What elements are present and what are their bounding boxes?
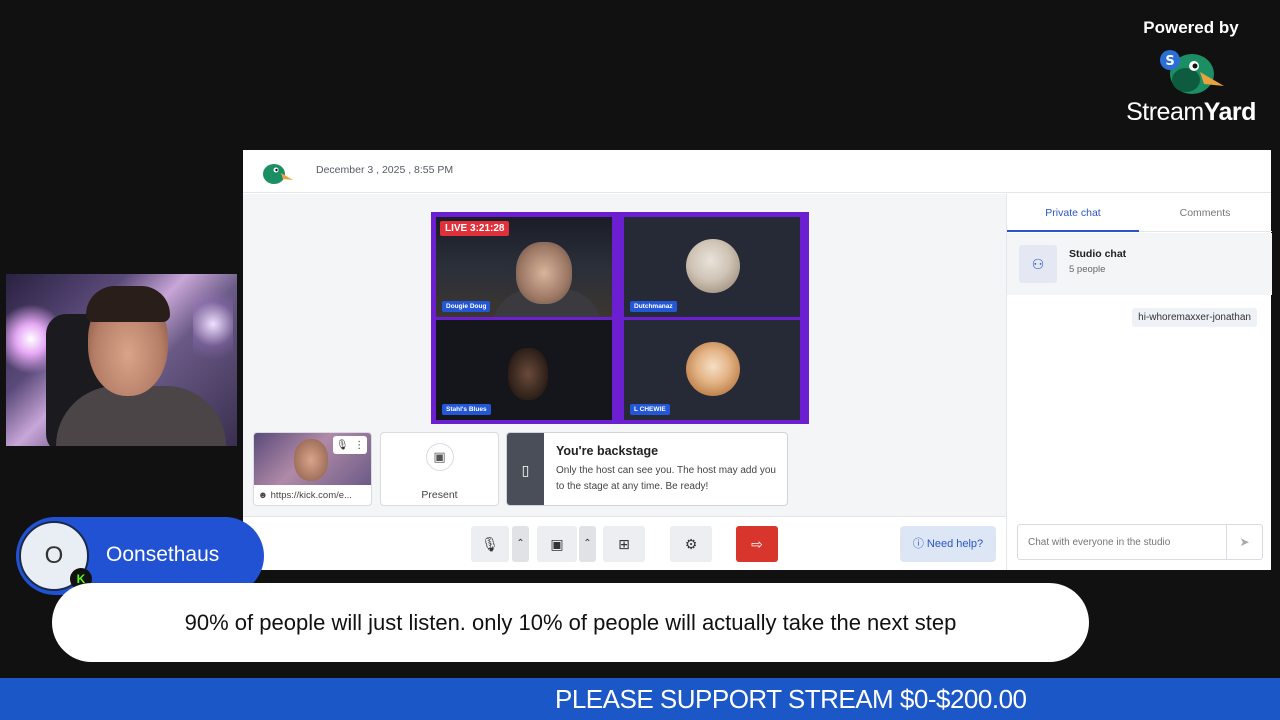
- tile-name-label: Dutchmanaz: [630, 301, 677, 312]
- tile-name-label: Dougie Doug: [442, 301, 491, 312]
- microphone-button[interactable]: 🎙: [471, 526, 509, 562]
- chat-input-box: ➤: [1017, 524, 1263, 560]
- present-label: Present: [421, 489, 458, 501]
- group-icon: ⚇: [1019, 245, 1057, 283]
- ticker-text: PLEASE SUPPORT STREAM $0-$200.00: [555, 684, 1027, 714]
- tile-name-label: L CHEWIE: [630, 404, 670, 415]
- backstage-description: Only the host can see you. The host may …: [556, 465, 776, 492]
- chat-panel: Private chat Comments ⚇ Studio chat 5 pe…: [1006, 194, 1272, 570]
- studio-chat-header: ⚇ Studio chat 5 people: [1007, 233, 1272, 295]
- settings-button[interactable]: ⚙: [670, 526, 712, 562]
- present-button[interactable]: ▣ Present: [380, 432, 499, 506]
- user-name: Oonsethaus: [106, 543, 220, 566]
- studio-controls-bar: 🎙 ⌃ ▣ ⌃ ⊞ ⚙ ⇨ ⓘ Need help?: [243, 516, 1006, 570]
- leave-studio-button[interactable]: ⇨: [736, 526, 778, 562]
- tile-avatar: [686, 342, 740, 396]
- backstage-title: You're backstage: [556, 444, 659, 458]
- streamyard-duck-logo-icon: S: [1156, 42, 1226, 98]
- streamyard-wordmark: StreamYard: [1116, 98, 1266, 127]
- tile-video-face: [508, 348, 548, 400]
- mic-icon[interactable]: 🎙: [336, 440, 349, 451]
- powered-by-branding: Powered by S StreamYard: [1116, 18, 1266, 127]
- stage-tile[interactable]: L CHEWIE: [624, 320, 800, 420]
- stage-tile[interactable]: Stahl's Blues: [436, 320, 612, 420]
- microphone-icon: 🎙: [481, 536, 499, 552]
- studio-topbar: December 3 , 2025 , 8:55 PM: [243, 150, 1271, 193]
- chevron-up-icon: ⌃: [583, 538, 592, 549]
- help-icon: ⓘ: [912, 538, 924, 550]
- brand-light: Stream: [1126, 98, 1204, 126]
- chat-message: hi-whoremaxxer-jonathan: [1132, 308, 1257, 327]
- present-screen-icon: ▣: [425, 443, 454, 471]
- tile-avatar: [686, 239, 740, 293]
- need-help-button[interactable]: ⓘ Need help?: [900, 526, 996, 562]
- share-screen-icon: ⊞: [618, 536, 630, 552]
- svg-text:S: S: [1165, 54, 1174, 69]
- studio-chat-count: 5 people: [1069, 264, 1106, 275]
- camera-icon: ▣: [550, 536, 564, 552]
- self-preview-face: [294, 439, 328, 481]
- studio-chat-title: Studio chat: [1069, 248, 1127, 260]
- stage-tile[interactable]: LIVE 3:21:28 Dougie Doug: [436, 217, 612, 317]
- gear-icon: ⚙: [684, 536, 698, 552]
- need-help-label: Need help?: [926, 538, 984, 550]
- chat-input[interactable]: [1018, 525, 1226, 559]
- powered-by-label: Powered by: [1143, 18, 1239, 37]
- webcam-hair: [86, 286, 170, 322]
- camera-options-button[interactable]: ⌃: [579, 526, 596, 562]
- stage-grid: LIVE 3:21:28 Dougie Doug Dutchmanaz Stah…: [431, 212, 809, 424]
- studio-datetime: December 3 , 2025 , 8:55 PM: [316, 164, 454, 176]
- share-screen-button[interactable]: ⊞: [603, 526, 645, 562]
- tab-private-chat[interactable]: Private chat: [1007, 194, 1139, 232]
- self-preview-card[interactable]: 🎙 ⋮ ☻ https://kick.com/e...: [253, 432, 372, 506]
- streamyard-studio: December 3 , 2025 , 8:55 PM LIVE 3:21:28…: [243, 150, 1272, 570]
- stage-area: LIVE 3:21:28 Dougie Doug Dutchmanaz Stah…: [243, 194, 1006, 516]
- streamer-webcam: [6, 274, 237, 446]
- exit-icon: ⇨: [751, 536, 763, 552]
- studio-duck-logo-icon[interactable]: [259, 158, 293, 186]
- self-preview-url-row: ☻ https://kick.com/e...: [258, 490, 352, 501]
- caption-banner: 90% of people will just listen. only 10%…: [52, 583, 1089, 662]
- person-icon: ☻: [258, 490, 268, 501]
- live-badge: LIVE 3:21:28: [440, 221, 510, 236]
- brand-bold: Yard: [1203, 98, 1257, 126]
- stage-tile[interactable]: Dutchmanaz: [624, 217, 800, 317]
- ticker-bar: PLEASE SUPPORT STREAM $0-$200.00: [0, 678, 1280, 720]
- self-preview-controls: 🎙 ⋮: [333, 436, 367, 454]
- webcam-light-2: [193, 284, 233, 364]
- chat-tabs: Private chat Comments: [1007, 194, 1272, 232]
- tile-name-label: Stahl's Blues: [442, 404, 491, 415]
- send-icon[interactable]: ➤: [1226, 525, 1262, 559]
- more-options-icon[interactable]: ⋮: [354, 440, 364, 451]
- chevron-up-icon: ⌃: [516, 538, 525, 549]
- tile-video-face: [516, 242, 572, 304]
- camera-button[interactable]: ▣: [537, 526, 577, 562]
- self-preview-url: https://kick.com/e...: [270, 490, 352, 501]
- backstage-notice: ▯ You're backstage Only the host can see…: [506, 432, 788, 506]
- door-icon: ▯: [507, 433, 544, 505]
- tab-comments[interactable]: Comments: [1139, 194, 1271, 232]
- mic-options-button[interactable]: ⌃: [512, 526, 529, 562]
